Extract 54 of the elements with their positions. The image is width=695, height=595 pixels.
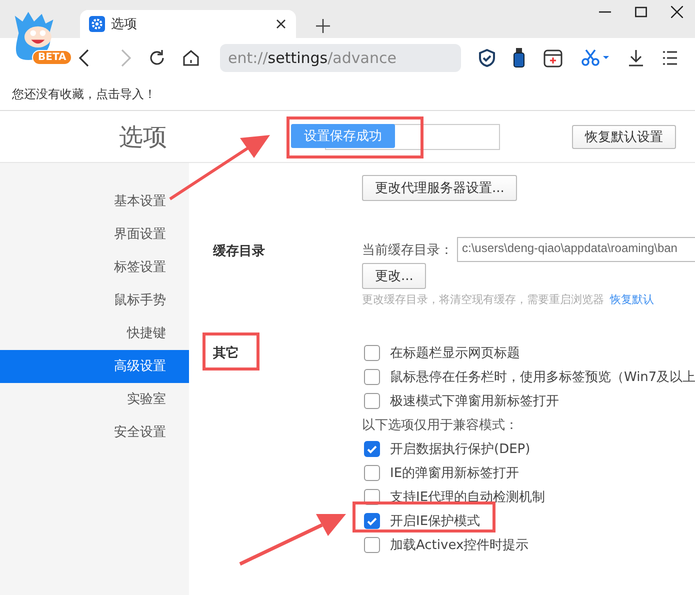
sidebar-item[interactable]: 鼠标手势 [0,284,189,317]
bookmarks-hint[interactable]: 您还没有收藏，点击导入！ [12,86,156,102]
checkbox-label[interactable]: 加载Activex控件时提示 [390,536,529,554]
address-bar[interactable]: ent://settings/advance [220,44,461,72]
checkbox-label[interactable]: 在标题栏显示网页标题 [390,344,520,362]
sidebar-item[interactable]: 高级设置 [0,350,189,383]
download-icon[interactable] [627,49,645,67]
close-icon[interactable] [671,6,683,18]
beta-badge: BETA [32,50,72,65]
scissors-icon[interactable] [581,49,609,67]
checkbox[interactable] [364,465,380,481]
field-label: 当前缓存目录： [362,242,453,258]
usb-drive-icon[interactable] [513,48,525,68]
proxy-settings-button[interactable]: 更改代理服务器设置... [362,175,518,201]
back-icon[interactable] [78,49,90,67]
maximize-icon[interactable] [635,6,647,18]
hint-text: 更改缓存目录，将清空现有缓存，需要重启浏览器 [362,293,604,306]
page-title: 选项 [118,122,167,152]
sidebar-item[interactable]: 基本设置 [0,185,189,218]
cache-path-field[interactable]: c:\users\deng-qiao\appdata\roaming\ban [457,237,695,262]
section-label: 缓存目录 [213,243,265,260]
success-toast: 设置保存成功 [291,124,395,148]
checkbox[interactable] [364,369,380,385]
compat-note: 以下选项仅用于兼容模式： [362,417,518,434]
close-icon[interactable] [276,19,286,29]
shield-icon[interactable] [479,49,495,67]
checkbox-label[interactable]: 鼠标悬停在任务栏时，使用多标签预览（Win7及以上 [390,368,695,386]
checkbox[interactable] [364,513,380,529]
checkbox-label[interactable]: IE的弹窗用新标签打开 [390,464,520,482]
sidebar-item[interactable]: 实验室 [0,383,189,416]
menu-icon[interactable] [663,49,677,67]
checkbox-label[interactable]: 极速模式下弹窗用新标签打开 [390,392,559,410]
sidebar-item[interactable]: 快捷键 [0,317,189,350]
checkbox[interactable] [364,441,380,457]
home-icon[interactable] [182,49,200,67]
section-label: 其它 [213,344,239,362]
reload-icon[interactable] [148,49,166,67]
checkbox-label[interactable]: 开启数据执行保护(DEP) [390,440,530,458]
sidebar-item[interactable]: 界面设置 [0,218,189,251]
gear-icon [89,16,105,32]
checkbox-label[interactable]: 开启IE保护模式 [390,512,480,530]
checkmark-icon [366,443,378,455]
sidebar-item[interactable]: 标签设置 [0,251,189,284]
sidebar-item[interactable]: 安全设置 [0,416,189,449]
checkbox[interactable] [364,537,380,553]
restore-defaults-button[interactable]: 恢复默认设置 [572,124,676,148]
checkbox[interactable] [364,345,380,361]
browser-tab[interactable]: 选项 [80,10,296,38]
highlight-box [202,332,260,370]
checkbox[interactable] [364,393,380,409]
change-button[interactable]: 更改... [362,263,426,289]
new-tab-icon[interactable] [316,19,330,33]
checkmark-icon [366,515,378,527]
calendar-plus-icon[interactable] [543,48,563,68]
